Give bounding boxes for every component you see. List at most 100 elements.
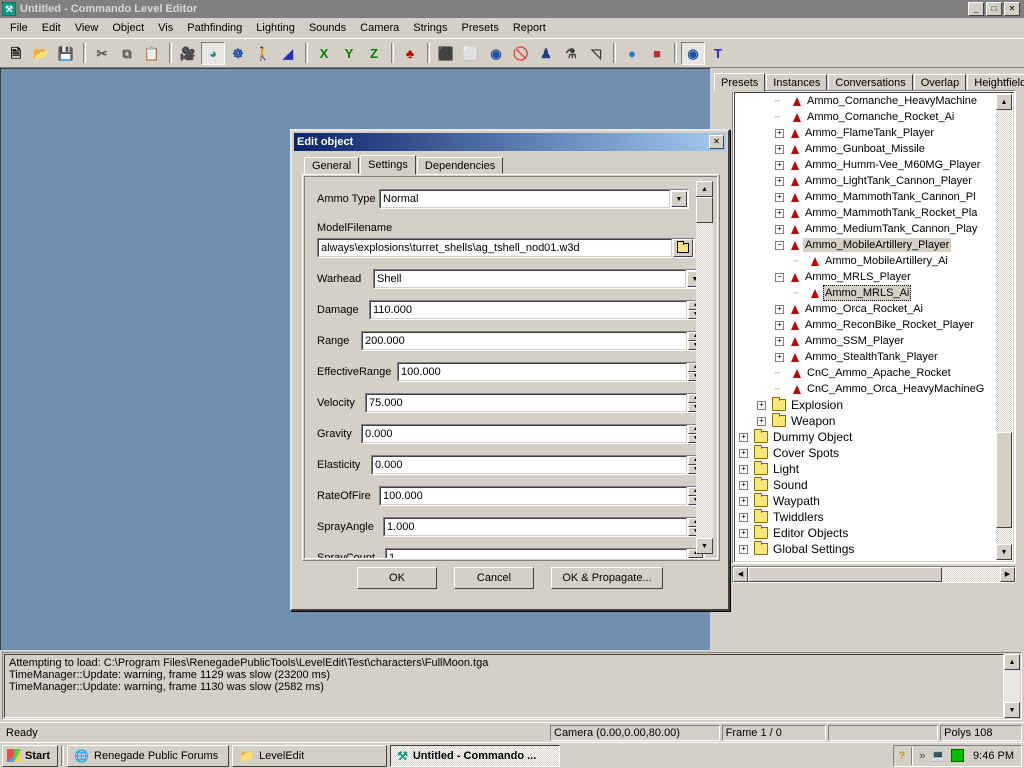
tree-item[interactable]: +Ammo_Gunboat_Missile <box>735 141 999 157</box>
cut-button[interactable]: ✂ <box>90 42 114 65</box>
dialog-cancel-button[interactable]: Cancel <box>454 567 534 589</box>
open-file-button[interactable]: 📂 <box>29 42 53 65</box>
walk-button[interactable]: 🚶 <box>251 42 275 65</box>
tree-item[interactable]: +Ammo_SSM_Player <box>735 333 999 349</box>
settings-scroll-thumb[interactable] <box>696 197 713 223</box>
tree-item[interactable]: +Editor Objects <box>735 525 999 541</box>
tree-scroll-left-button[interactable]: ◀ <box>733 567 748 582</box>
tree-collapse-icon[interactable]: − <box>775 241 784 250</box>
property-value[interactable]: Normal <box>380 190 670 208</box>
tree-item[interactable]: ┄CnC_Ammo_Orca_HeavyMachineG <box>735 381 999 397</box>
settings-scroll-up-button[interactable]: ▲ <box>696 181 713 197</box>
menu-item-edit[interactable]: Edit <box>35 20 68 36</box>
tree-scroll-up-button[interactable]: ▲ <box>996 94 1012 110</box>
menu-item-report[interactable]: Report <box>506 20 553 36</box>
z-axis-button[interactable]: Z <box>362 42 386 65</box>
property-value[interactable]: 0.000 <box>372 456 687 474</box>
output-log-text[interactable]: Attempting to load: C:\Program Files\Ren… <box>4 654 1004 718</box>
copy-button[interactable]: ⧉ <box>115 42 139 65</box>
menu-item-camera[interactable]: Camera <box>353 20 406 36</box>
emitter-button[interactable]: ⚗ <box>559 42 583 65</box>
minimize-button[interactable]: _ <box>968 2 984 16</box>
solid-box-button[interactable]: ⬛ <box>434 42 458 65</box>
tree-expand-icon[interactable]: + <box>775 209 784 218</box>
tree-expand-icon[interactable]: + <box>757 401 766 410</box>
tree-expand-icon[interactable]: + <box>739 545 748 554</box>
menu-item-view[interactable]: View <box>68 20 106 36</box>
menu-item-sounds[interactable]: Sounds <box>302 20 353 36</box>
tree-item[interactable]: ┄Ammo_MRLS_Ai <box>735 285 999 301</box>
tree-scroll-down-button[interactable]: ▼ <box>996 544 1012 560</box>
tree-item[interactable]: +Cover Spots <box>735 445 999 461</box>
close-button[interactable]: ✕ <box>1004 2 1020 16</box>
save-file-button[interactable]: 💾 <box>54 42 78 65</box>
tree-item[interactable]: +Ammo_MediumTank_Cannon_Play <box>735 221 999 237</box>
tree-item[interactable]: +Ammo_LightTank_Cannon_Player <box>735 173 999 189</box>
settings-scroll-track[interactable] <box>696 197 713 538</box>
property-field[interactable]: 1.000▲▼ <box>383 517 705 537</box>
tree-expand-icon[interactable]: + <box>739 529 748 538</box>
tree-expand-icon[interactable]: + <box>757 417 766 426</box>
drop-button[interactable]: ♣ <box>398 42 422 65</box>
tree-scroll-thumb[interactable] <box>996 432 1012 528</box>
log-scroll-down-button[interactable]: ▼ <box>1004 702 1020 718</box>
tree-expand-icon[interactable]: + <box>739 449 748 458</box>
dialog-tab-general[interactable]: General <box>304 157 359 174</box>
dialog-ok-propagate-button[interactable]: OK & Propagate... <box>551 567 663 589</box>
dialog-tab-settings[interactable]: Settings <box>360 155 416 175</box>
tree-horizontal-scrollbar[interactable]: ◀ ▶ <box>732 566 1016 583</box>
tree-expand-icon[interactable]: + <box>775 321 784 330</box>
tree-item[interactable]: +Ammo_Orca_Rocket_Ai <box>735 301 999 317</box>
wire-box-button[interactable]: ⬜ <box>459 42 483 65</box>
menu-item-file[interactable]: File <box>3 20 35 36</box>
property-value[interactable]: 1.000 <box>384 518 687 536</box>
visibility-eye-button[interactable]: ◉ <box>681 42 705 65</box>
start-button[interactable]: Start <box>2 745 58 767</box>
tree-hscroll-thumb[interactable] <box>748 567 942 582</box>
color-spheres-button[interactable]: ● <box>620 42 644 65</box>
terrain-button[interactable]: ◢ <box>276 42 300 65</box>
tree-item[interactable]: +Ammo_ReconBike_Rocket_Player <box>735 317 999 333</box>
property-value[interactable]: always\explosions\turret_shells\ag_tshel… <box>318 239 672 257</box>
tree-item[interactable]: ┄Ammo_MobileArtillery_Ai <box>735 253 999 269</box>
property-field[interactable]: 200.000▲▼ <box>361 331 705 351</box>
tree-item[interactable]: +Ammo_Humm-Vee_M60MG_Player <box>735 157 999 173</box>
log-scroll-up-button[interactable]: ▲ <box>1004 654 1020 670</box>
tree-vertical-scrollbar[interactable]: ▲ ▼ <box>996 94 1012 560</box>
expand-tray-icon[interactable]: » <box>919 750 925 762</box>
ramp-button[interactable]: ◹ <box>584 42 608 65</box>
tree-item[interactable]: +Ammo_FlameTank_Player <box>735 125 999 141</box>
tree-item[interactable]: ┄Ammo_Comanche_Rocket_Ai <box>735 109 999 125</box>
dialog-ok-button[interactable]: OK <box>357 567 437 589</box>
menu-item-pathfinding[interactable]: Pathfinding <box>180 20 249 36</box>
tree-item[interactable]: +Weapon <box>735 413 999 429</box>
tree-item[interactable]: ┄CnC_Ammo_Apache_Rocket <box>735 365 999 381</box>
x-axis-button[interactable]: X <box>312 42 336 65</box>
tree-item[interactable]: +Ammo_MammothTank_Rocket_Pla <box>735 205 999 221</box>
paste-button[interactable]: 📋 <box>140 42 164 65</box>
dialog-close-button[interactable]: ✕ <box>709 135 724 149</box>
property-value[interactable]: 75.000 <box>366 394 687 412</box>
tree-expand-icon[interactable]: + <box>775 353 784 362</box>
taskbar-button-0[interactable]: 🌐Renegade Public Forums ... <box>67 745 229 767</box>
tree-expand-icon[interactable]: + <box>739 513 748 522</box>
property-field[interactable]: 75.000▲▼ <box>365 393 705 413</box>
tree-item[interactable]: −Ammo_MobileArtillery_Player <box>735 237 999 253</box>
tree-item[interactable]: +Sound <box>735 477 999 493</box>
y-axis-button[interactable]: Y <box>337 42 361 65</box>
log-vertical-scrollbar[interactable]: ▲ ▼ <box>1004 654 1020 718</box>
presets-tree[interactable]: ┄Ammo_Comanche_HeavyMachine┄Ammo_Comanch… <box>735 93 999 561</box>
settings-scroll-down-button[interactable]: ▼ <box>696 538 713 554</box>
tree-expand-icon[interactable]: + <box>775 193 784 202</box>
maximize-button[interactable]: □ <box>986 2 1002 16</box>
tower-button[interactable]: ♟ <box>534 42 558 65</box>
tree-expand-icon[interactable]: + <box>775 145 784 154</box>
tree-item[interactable]: +Dummy Object <box>735 429 999 445</box>
tree-expand-icon[interactable]: + <box>775 225 784 234</box>
tree-expand-icon[interactable]: + <box>739 433 748 442</box>
dialog-titlebar[interactable]: Edit object ✕ <box>294 133 726 151</box>
tree-item[interactable]: +Ammo_MammothTank_Cannon_Pl <box>735 189 999 205</box>
tree-expand-icon[interactable]: + <box>775 177 784 186</box>
property-value[interactable]: 100.000 <box>398 363 687 381</box>
tree-expand-icon[interactable]: + <box>775 337 784 346</box>
